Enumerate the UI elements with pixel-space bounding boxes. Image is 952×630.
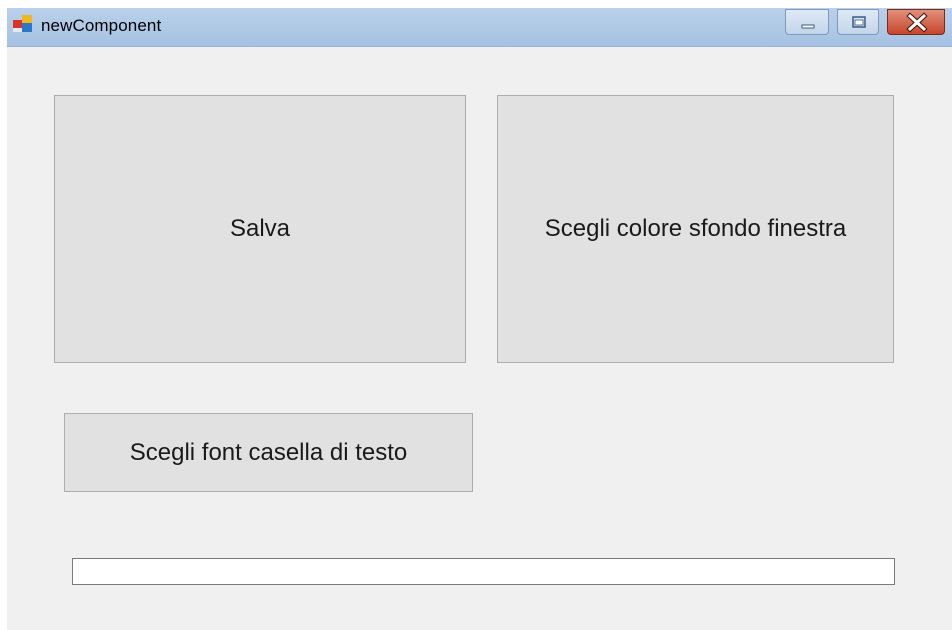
choose-background-color-button-label: Scegli colore sfondo finestra [544,215,847,242]
title-bar[interactable]: newComponent [7,8,952,47]
maximize-button[interactable] [837,9,879,35]
minimize-button[interactable] [785,9,829,35]
choose-background-color-button[interactable]: Scegli colore sfondo finestra [497,95,894,363]
minimize-icon [801,24,815,29]
choose-font-button[interactable]: Scegli font casella di testo [64,413,473,492]
close-button[interactable] [887,9,945,35]
choose-font-button-label: Scegli font casella di testo [129,438,408,466]
text-input-field[interactable] [72,558,895,585]
window-title: newComponent [41,16,162,35]
maximize-icon [852,16,866,28]
save-button-label: Salva [229,215,291,242]
close-icon [906,12,928,33]
form-client-area: Salva Scegli colore sfondo finestra Sceg… [7,47,952,630]
save-button[interactable]: Salva [54,95,466,363]
app-window: newComponent Salva Scegli colore sfondo … [7,8,952,630]
app-icon [13,15,33,33]
